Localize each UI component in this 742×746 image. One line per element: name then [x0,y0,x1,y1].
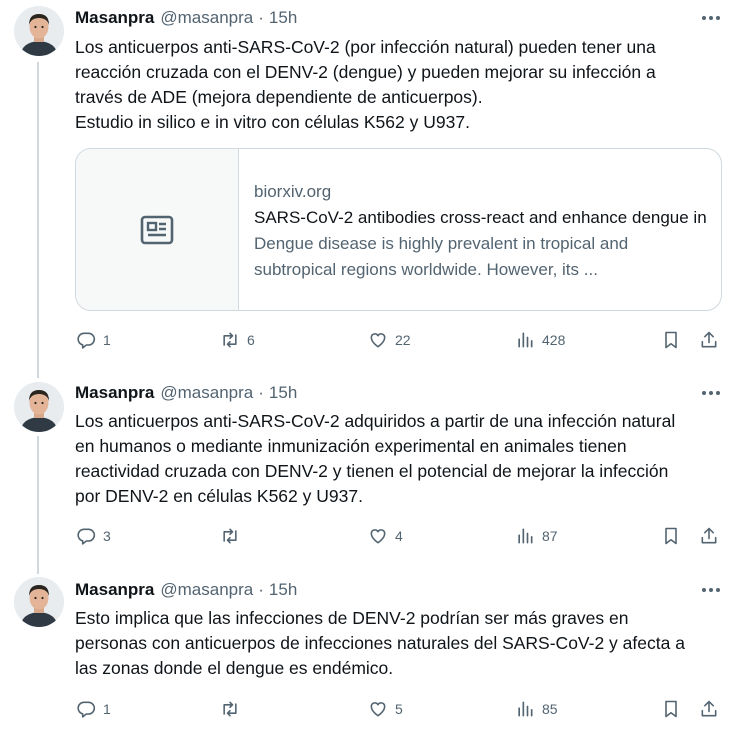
tweet-text-line: Estudio in silico e in vitro con células… [75,112,470,132]
timestamp[interactable]: 15h [269,8,297,28]
tweet-text: Esto implica que las infecciones de DENV… [75,606,725,681]
card-description: Dengue disease is highly prevalent in tr… [254,231,706,283]
heart-icon [370,333,386,348]
bookmark-button[interactable] [661,697,681,721]
like-button[interactable]: 4 [368,524,403,548]
retweet-icon [223,332,237,348]
tweet-text-line: las zonas donde el dengue es endémico. [75,658,394,678]
heart-icon [370,529,386,544]
author-handle[interactable]: @masanpra [160,580,253,600]
tweet-text-line: reactividad cruzada con DENV-2 y tienen … [75,461,669,481]
views-button[interactable]: 85 [515,697,558,721]
bookmark-button[interactable] [661,524,681,548]
views-button[interactable]: 428 [515,328,565,352]
tweet-actions: 3 4 87 [0,524,742,548]
reply-count: 1 [103,332,111,348]
avatar[interactable] [14,382,64,432]
bookmark-icon [665,331,677,349]
reply-icon [77,701,96,718]
retweet-button[interactable] [220,697,247,721]
link-card[interactable]: biorxiv.org SARS-CoV-2 antibodies cross-… [75,148,722,311]
card-thumbnail [76,149,239,310]
retweet-count: 6 [247,332,255,348]
card-description-line: subtropical regions worldwide. However, … [254,260,598,279]
retweet-button[interactable] [220,524,247,548]
retweet-icon [223,701,237,717]
reply-icon [77,528,96,545]
tweet-text: Los anticuerpos anti-SARS-CoV-2 (por inf… [75,35,725,135]
views-count: 87 [542,528,558,544]
tweet-actions: 1 6 22 428 [0,328,742,352]
tweet-text-line: Esto implica que las infecciones de DENV… [75,608,629,628]
views-icon [518,701,533,717]
separator-dot: · [258,8,264,27]
tweet[interactable]: Masanpra @masanpra · 15h Los anticuerpos… [0,0,742,368]
author-handle[interactable]: @masanpra [160,8,253,28]
bookmark-icon [665,700,677,718]
tweet-text-line: en humanos o mediante inmunización exper… [75,436,627,456]
share-button[interactable] [699,524,719,548]
share-icon [701,700,717,717]
tweet-text: Los anticuerpos anti-SARS-CoV-2 adquirid… [75,409,725,509]
reply-button[interactable]: 1 [76,328,111,352]
reply-button[interactable]: 1 [76,697,111,721]
tweet-text-line: por DENV-2 en células K562 y U937. [75,486,363,506]
more-icon[interactable] [698,579,724,601]
separator-dot: · [258,383,264,402]
share-icon [701,331,717,348]
bookmark-button[interactable] [661,328,681,352]
reply-button[interactable]: 3 [76,524,111,548]
tweet-text-line: reacción cruzada con el DENV-2 (dengue) … [75,62,656,82]
share-button[interactable] [699,697,719,721]
timestamp[interactable]: 15h [269,383,297,403]
reply-icon [77,332,96,349]
tweet-text-line: Los anticuerpos anti-SARS-CoV-2 (por inf… [75,37,656,57]
card-description-line: Dengue disease is highly prevalent in tr… [254,234,629,253]
tweet-text-line: Los anticuerpos anti-SARS-CoV-2 adquirid… [75,411,676,431]
card-domain: biorxiv.org [254,182,332,201]
heart-icon [370,702,386,717]
retweet-icon [223,528,237,544]
tweet[interactable]: Masanpra @masanpra · 15h Los anticuerpos… [0,378,742,568]
like-count: 5 [395,701,403,717]
views-icon [518,332,533,348]
author-name[interactable]: Masanpra [75,383,154,403]
tweet-text-line: personas con anticuerpos de infecciones … [75,633,685,653]
share-button[interactable] [699,328,719,352]
views-icon [518,528,533,544]
avatar[interactable] [14,6,64,56]
author-handle[interactable]: @masanpra [160,383,253,403]
card-title: SARS-CoV-2 antibodies cross-react and en… [254,208,706,227]
article-icon [140,215,174,244]
views-count: 428 [542,332,566,348]
author-name[interactable]: Masanpra [75,580,154,600]
like-count: 4 [395,528,403,544]
like-button[interactable]: 5 [368,697,403,721]
share-icon [701,527,717,544]
reply-count: 3 [103,528,111,544]
more-icon[interactable] [698,382,724,404]
like-button[interactable]: 22 [368,328,411,352]
like-count: 22 [395,332,411,348]
bookmark-icon [665,527,677,545]
reply-count: 1 [103,701,111,717]
retweet-button[interactable]: 6 [220,328,255,352]
timestamp[interactable]: 15h [269,580,297,600]
views-count: 85 [542,701,558,717]
tweet-text-line: través de ADE (mejora dependiente de ant… [75,87,483,107]
more-icon[interactable] [698,7,724,29]
separator-dot: · [258,580,264,599]
views-button[interactable]: 87 [515,524,558,548]
avatar[interactable] [14,577,64,627]
tweet[interactable]: Masanpra @masanpra · 15h Esto implica qu… [0,575,742,746]
tweet-actions: 1 5 85 [0,697,742,721]
author-name[interactable]: Masanpra [75,8,154,28]
